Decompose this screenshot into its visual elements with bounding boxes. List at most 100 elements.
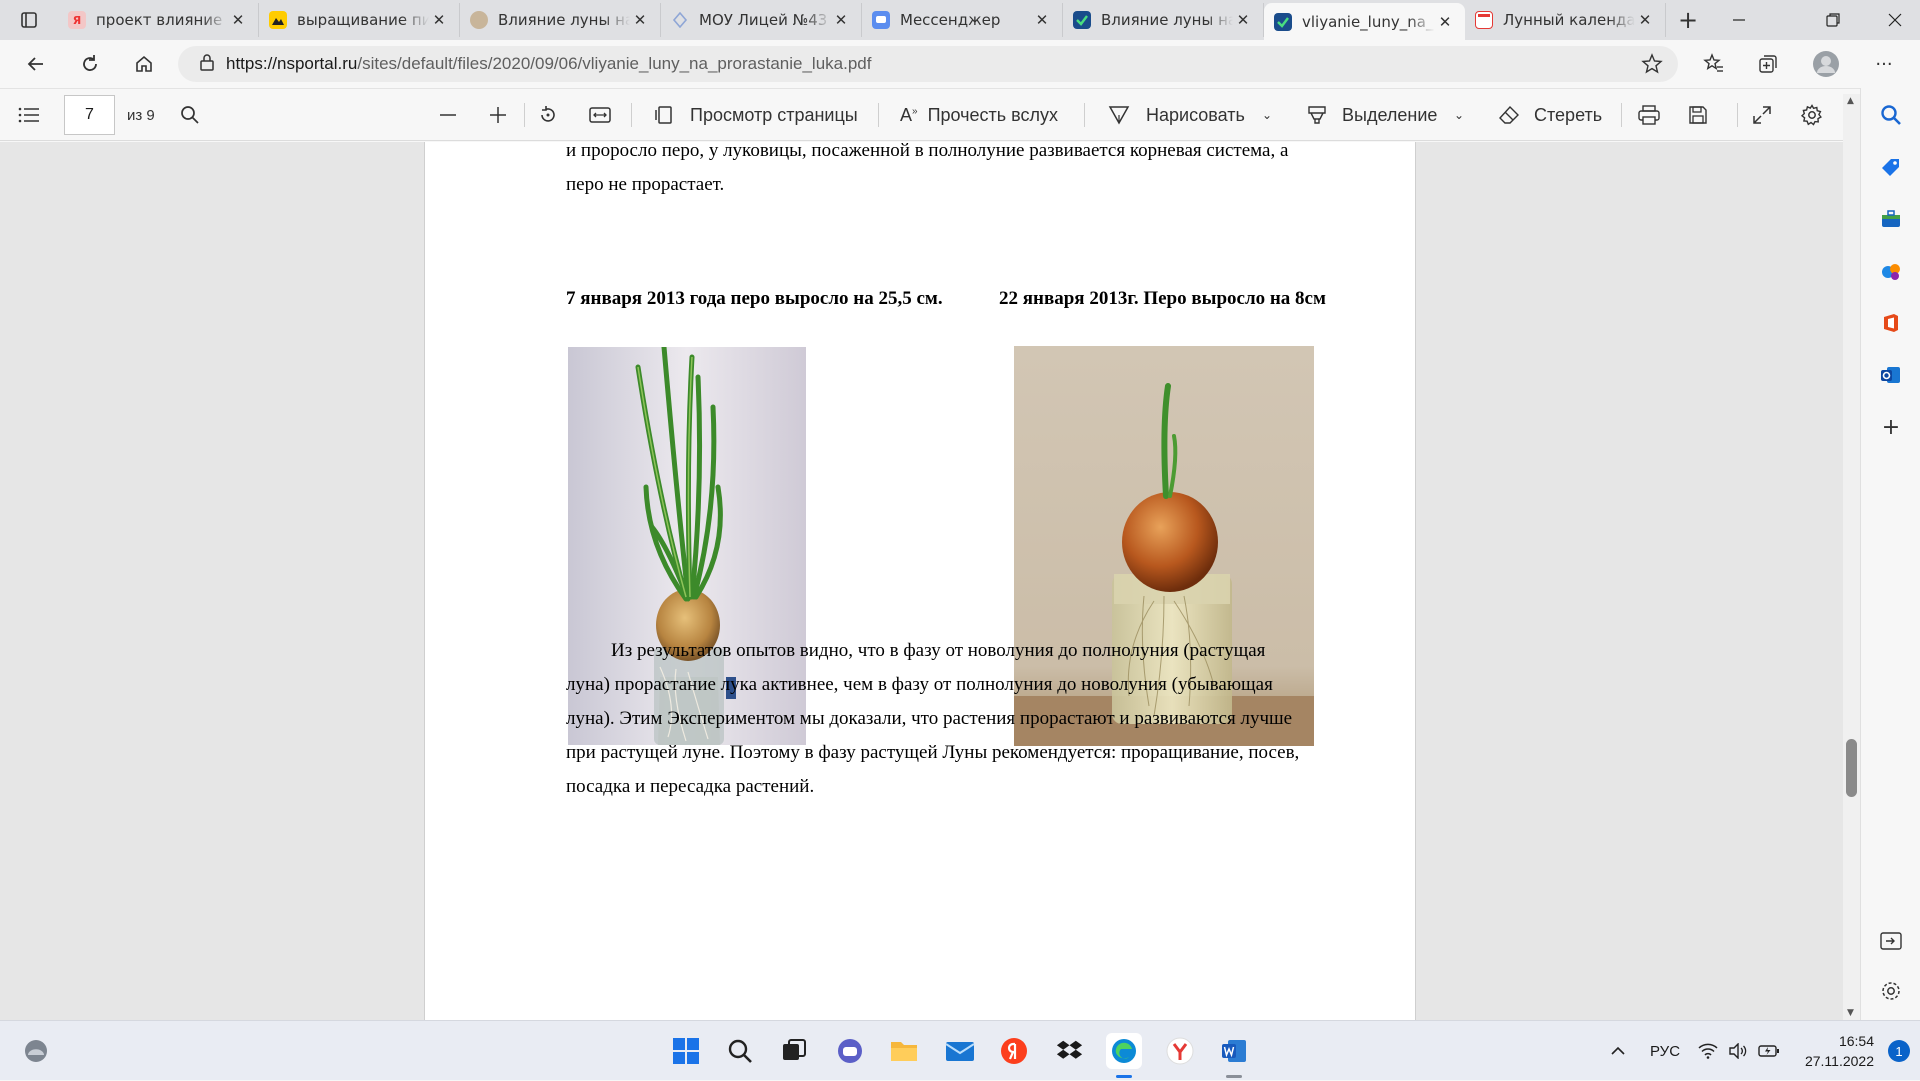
- scrollbar-thumb[interactable]: [1846, 739, 1857, 797]
- fit-page-button[interactable]: [589, 97, 611, 133]
- plus-icon: +: [1677, 6, 1699, 34]
- battery-button[interactable]: [1758, 1021, 1780, 1081]
- back-button[interactable]: [14, 44, 58, 84]
- page-view-button[interactable]: Просмотр страницы: [654, 97, 858, 133]
- browser-tab[interactable]: выращивание пи ✕: [259, 3, 460, 37]
- search-button[interactable]: [180, 97, 200, 133]
- page-number-input[interactable]: 7: [64, 95, 115, 135]
- taskbar-search-button[interactable]: [722, 1033, 758, 1069]
- home-button[interactable]: [122, 44, 166, 84]
- home-icon: [136, 55, 152, 72]
- taskbar-yandex-button[interactable]: [996, 1033, 1032, 1069]
- taskbar-word-button[interactable]: [1216, 1033, 1252, 1069]
- show-hidden-icons-button[interactable]: [1610, 1021, 1626, 1081]
- notification-badge[interactable]: 1: [1888, 1040, 1910, 1062]
- add-favorite-button[interactable]: [1632, 44, 1672, 84]
- rotate-button[interactable]: [538, 97, 558, 133]
- clock[interactable]: 16:54 27.11.2022: [1805, 1031, 1874, 1071]
- pdf-settings-button[interactable]: [1801, 97, 1823, 133]
- taskbar-edge-button[interactable]: [1106, 1033, 1142, 1069]
- sidebar-games-button[interactable]: [1876, 256, 1906, 286]
- sidebar-settings-button[interactable]: [1876, 976, 1906, 1006]
- tab-title: МОУ Лицей №43: [699, 11, 828, 29]
- word-icon: [1222, 1040, 1246, 1062]
- refresh-button[interactable]: [68, 44, 112, 84]
- save-disk-icon: [1689, 106, 1707, 124]
- star-plus-icon: [1641, 53, 1663, 74]
- weather-widget[interactable]: [18, 1033, 54, 1069]
- zoom-in-button[interactable]: [488, 97, 508, 133]
- start-button[interactable]: [668, 1033, 704, 1069]
- draw-options-button[interactable]: ⌄: [1262, 97, 1272, 133]
- vertical-scrollbar[interactable]: ▲ ▼: [1843, 94, 1860, 1020]
- settings-more-button[interactable]: ···: [1864, 44, 1904, 84]
- favorites-button[interactable]: [1694, 44, 1734, 84]
- taskbar-mail-button[interactable]: [942, 1033, 978, 1069]
- sidebar-search-button[interactable]: [1876, 100, 1906, 130]
- erase-label: Стереть: [1534, 104, 1603, 125]
- moon-icon: [470, 11, 488, 29]
- language-indicator[interactable]: РУС: [1650, 1021, 1680, 1081]
- save-button[interactable]: [1688, 97, 1708, 133]
- erase-button[interactable]: Стереть: [1498, 97, 1602, 133]
- url-path: /sites/default/files/2020/09/06/vliyanie…: [357, 54, 872, 73]
- browser-tab-active[interactable]: vliyanie_luny_na_ ✕: [1264, 3, 1465, 40]
- sidebar-outlook-button[interactable]: [1876, 360, 1906, 390]
- new-tab-button[interactable]: +: [1666, 3, 1710, 37]
- browser-tab[interactable]: Мессенджер ✕: [862, 3, 1063, 37]
- office-icon: [1884, 314, 1898, 332]
- sidebar-office-button[interactable]: [1876, 308, 1906, 338]
- close-tab-icon[interactable]: ✕: [1635, 11, 1655, 29]
- print-button[interactable]: [1638, 97, 1660, 133]
- browser-tab[interactable]: Лунный календа ✕: [1465, 3, 1666, 37]
- task-view-button[interactable]: [776, 1033, 812, 1069]
- profile-button[interactable]: [1806, 44, 1846, 84]
- sidebar-shopping-button[interactable]: [1876, 152, 1906, 182]
- close-tab-icon[interactable]: ✕: [831, 11, 851, 29]
- close-tab-icon[interactable]: ✕: [429, 11, 449, 29]
- avatar-icon: [1813, 51, 1839, 77]
- close-tab-icon[interactable]: ✕: [1435, 13, 1455, 31]
- scroll-up-icon[interactable]: ▲: [1847, 96, 1854, 106]
- plus-icon: +: [1881, 414, 1901, 440]
- contents-button[interactable]: [18, 97, 40, 133]
- collections-button[interactable]: [1748, 44, 1788, 84]
- zoom-out-button[interactable]: [438, 97, 458, 133]
- text-line: луна). Этим Экспериментом мы доказали, ч…: [566, 708, 1293, 729]
- taskbar-dropbox-button[interactable]: [1052, 1033, 1088, 1069]
- address-input[interactable]: https://nsportal.ru/sites/default/files/…: [178, 46, 1678, 82]
- taskbar-chat-button[interactable]: [832, 1033, 868, 1069]
- browser-tab[interactable]: МОУ Лицей №43 ✕: [661, 3, 862, 37]
- sidebar-hide-button[interactable]: [1876, 926, 1906, 956]
- taskbar-yandex-browser-button[interactable]: [1162, 1033, 1198, 1069]
- minimize-icon: [1733, 19, 1745, 21]
- toolbar-divider: [878, 103, 879, 127]
- page-view-icon: [655, 106, 672, 124]
- text-line: при растущей луне. Поэтому в фазу растущ…: [566, 742, 1300, 763]
- chat-icon: [838, 1039, 862, 1063]
- browser-tab[interactable]: Я проект влияние ✕: [58, 3, 259, 37]
- close-tab-icon[interactable]: ✕: [1233, 11, 1253, 29]
- browser-tab[interactable]: Влияние луны на ✕: [460, 3, 661, 37]
- network-button[interactable]: [1698, 1021, 1718, 1081]
- sidebar-tools-button[interactable]: [1876, 204, 1906, 234]
- taskbar-explorer-button[interactable]: [886, 1033, 922, 1069]
- draw-button[interactable]: Нарисовать: [1108, 97, 1245, 133]
- close-window-button[interactable]: [1864, 0, 1920, 40]
- close-tab-icon[interactable]: ✕: [228, 11, 248, 29]
- fullscreen-button[interactable]: [1752, 97, 1772, 133]
- more-icon: ···: [1875, 53, 1893, 75]
- browser-tab[interactable]: Влияние луны на ✕: [1063, 3, 1264, 37]
- scroll-down-icon[interactable]: ▼: [1847, 1008, 1854, 1018]
- restore-button[interactable]: [1802, 0, 1864, 40]
- close-tab-icon[interactable]: ✕: [630, 11, 650, 29]
- volume-button[interactable]: [1728, 1021, 1748, 1081]
- minimize-button[interactable]: [1708, 0, 1770, 40]
- highlight-button[interactable]: Выделение: [1306, 97, 1437, 133]
- highlight-options-button[interactable]: ⌄: [1454, 97, 1464, 133]
- read-aloud-button[interactable]: A» Прочесть вслух: [900, 97, 1058, 133]
- close-tab-icon[interactable]: ✕: [1032, 11, 1052, 29]
- sidebar-add-button[interactable]: +: [1876, 412, 1906, 442]
- pdf-viewer[interactable]: и проросло перо, у луковицы, посаженной …: [0, 142, 1860, 1020]
- tab-actions-button[interactable]: [0, 0, 58, 40]
